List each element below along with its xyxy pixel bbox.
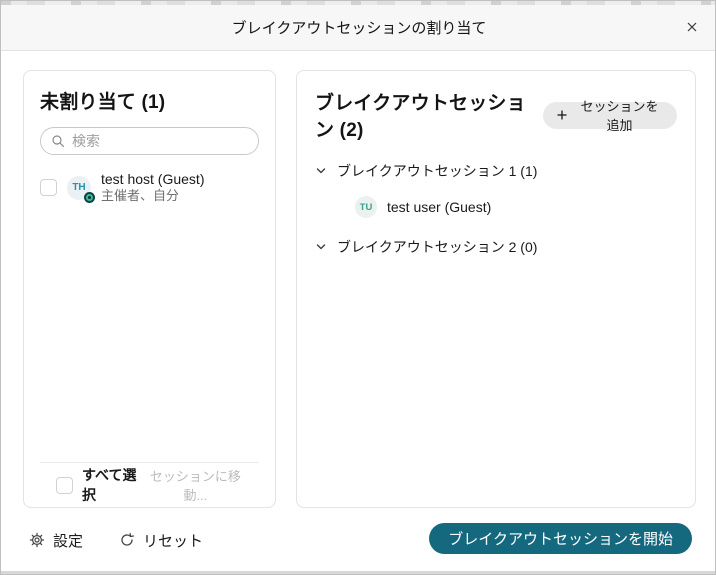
breakout-assignment-dialog: ブレイクアウトセッションの割り当て 未割り当て (1): [0, 0, 716, 575]
session-row[interactable]: ブレイクアウトセッション 2 (0): [315, 237, 677, 257]
reset-label: リセット: [143, 530, 203, 551]
chevron-down-icon[interactable]: [315, 165, 327, 177]
select-all-checkbox[interactable]: [56, 477, 73, 494]
session-name: ブレイクアウトセッション 1 (1): [337, 161, 537, 181]
refresh-icon: [119, 532, 135, 548]
plus-icon: [556, 109, 568, 121]
window-bottom-edge: [1, 571, 716, 574]
unassigned-panel-footer: すべて選択 セッションに移動...: [40, 462, 259, 507]
session-row[interactable]: ブレイクアウトセッション 1 (1): [315, 161, 677, 181]
participant-role: 主催者、自分: [101, 187, 204, 204]
avatar-initials: TH: [72, 182, 85, 193]
select-all-label: すべて選択: [82, 465, 139, 505]
settings-label: 設定: [53, 530, 83, 551]
unassigned-panel-title: 未割り当て (1): [40, 87, 259, 114]
reset-button[interactable]: リセット: [119, 527, 203, 553]
start-breakout-button[interactable]: ブレイクアウトセッションを開始: [429, 523, 692, 554]
add-session-label: セッションを追加: [575, 96, 664, 134]
avatar-initials: TU: [360, 202, 373, 213]
close-button[interactable]: [679, 14, 705, 40]
gear-icon: [29, 532, 45, 548]
sessions-panel-title: ブレイクアウトセッション (2): [315, 88, 543, 142]
host-badge-icon: [84, 192, 95, 203]
dialog-title: ブレイクアウトセッションの割り当て: [232, 17, 487, 38]
participant-info: test host (Guest) 主催者、自分: [101, 171, 204, 204]
unassigned-panel: 未割り当て (1) TH test host (Guest): [23, 70, 276, 508]
close-icon: [685, 20, 699, 34]
sessions-panel-header: ブレイクアウトセッション (2) セッションを追加: [315, 88, 677, 142]
settings-button[interactable]: 設定: [29, 527, 83, 553]
search-icon: [51, 134, 65, 148]
participant-name: test user (Guest): [387, 199, 491, 215]
session-participant-row[interactable]: TU test user (Guest): [355, 196, 677, 218]
avatar: TU: [355, 196, 377, 218]
chevron-down-icon[interactable]: [315, 241, 327, 253]
session-name: ブレイクアウトセッション 2 (0): [337, 237, 537, 257]
avatar: TH: [67, 176, 91, 200]
search-input[interactable]: [72, 133, 253, 149]
participant-checkbox[interactable]: [40, 179, 57, 196]
add-session-button[interactable]: セッションを追加: [543, 102, 677, 129]
move-to-session-button[interactable]: セッションに移動...: [148, 466, 243, 504]
participant-row[interactable]: TH test host (Guest) 主催者、自分: [40, 171, 259, 204]
dialog-footer: 設定 リセット ブレイクアウトセッションを開始: [1, 515, 716, 563]
search-box: [40, 127, 259, 155]
participant-name: test host (Guest): [101, 171, 204, 187]
dialog-header: ブレイクアウトセッションの割り当て: [1, 5, 716, 51]
sessions-panel: ブレイクアウトセッション (2) セッションを追加: [296, 70, 696, 508]
